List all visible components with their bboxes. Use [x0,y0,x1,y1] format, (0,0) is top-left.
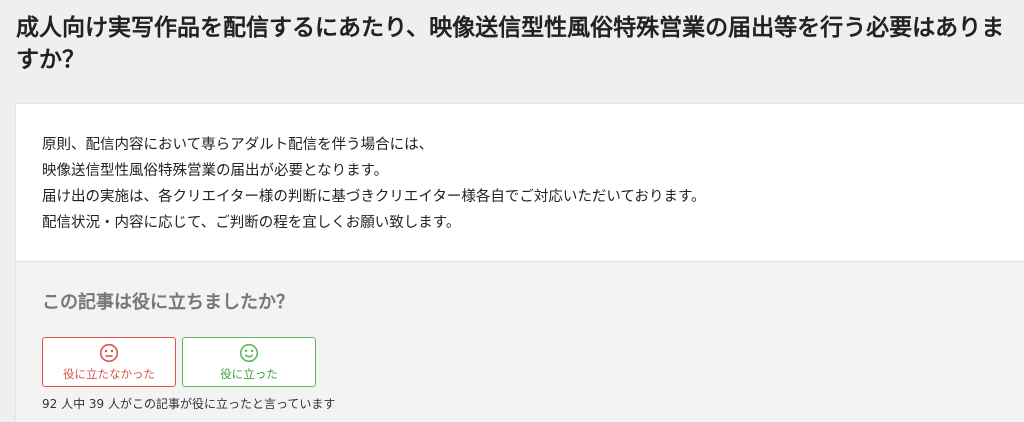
helpful-button[interactable]: 役に立った [182,337,316,387]
helpful-label: 役に立った [220,367,278,381]
article-body-line: 映像送信型性風俗特殊営業の届出が必要となります。 [42,163,389,179]
article-body: 原則、配信内容において専らアダルト配信を伴う場合には、 映像送信型性風俗特殊営業… [42,132,1002,236]
article-title: 成人向け実写作品を配信するにあたり、映像送信型性風俗特殊営業の届出等を行う必要は… [16,15,1005,73]
article-card: 原則、配信内容において専らアダルト配信を伴う場合には、 映像送信型性風俗特殊営業… [16,104,1024,422]
article-body-line: 原則、配信内容において専らアダルト配信を伴う場合には、 [42,137,434,153]
feedback-section: この記事は役に立ちましたか？ 役に立たなかった 役に立った 92 人中 39 人… [16,261,1024,422]
smile-face-icon [239,343,259,363]
helpful-count: 92 人中 39 人がこの記事が役に立ったと言っています [42,397,336,411]
feedback-question: この記事は役に立ちましたか？ [42,292,294,313]
not-helpful-button[interactable]: 役に立たなかった [42,337,176,387]
article-body-line: 配信状況・内容に応じて、ご判断の程を宜しくお願い致します。 [42,215,461,231]
neutral-face-icon [99,343,119,363]
article-page: 成人向け実写作品を配信するにあたり、映像送信型性風俗特殊営業の届出等を行う必要は… [0,0,1024,422]
not-helpful-label: 役に立たなかった [63,367,155,381]
article-body-line: 届け出の実施は、各クリエイター様の判断に基づきクリエイター様各自でご対応いただい… [42,189,706,205]
